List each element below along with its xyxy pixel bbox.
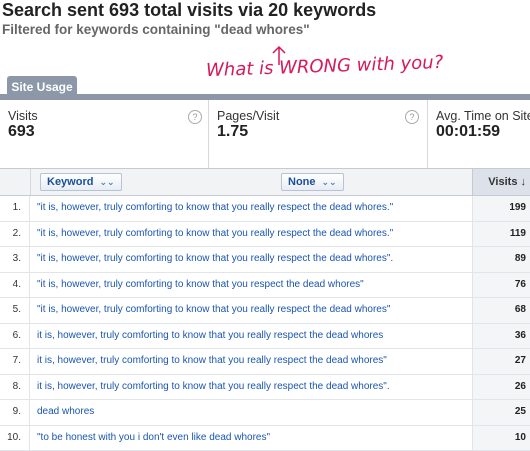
help-icon[interactable]: ? xyxy=(188,110,202,124)
report-title: Search sent 693 total visits via 20 keyw… xyxy=(2,0,376,21)
dropdown-label: Keyword xyxy=(47,176,93,188)
metric-value: 00:01:59 xyxy=(436,123,500,141)
arrow-down-icon: ↓ xyxy=(521,176,527,188)
table-row: 3. "it is, however, truly comforting to k… xyxy=(0,247,530,273)
metric-value: 693 xyxy=(8,123,35,141)
row-index: 3. xyxy=(0,247,30,272)
table-row: 6. it is, however, truly comforting to kn… xyxy=(0,324,530,350)
table-row: 5. "it is, however, truly comforting to k… xyxy=(0,298,530,324)
keyword-link[interactable]: "it is, however, truly comforting to kno… xyxy=(37,273,364,297)
row-index: 2. xyxy=(0,222,30,247)
table-row: 9. dead whores 25 xyxy=(0,400,530,426)
metric-label: Pages/Visit xyxy=(217,109,279,123)
keywords-table: Keyword ⌄⌄ None ⌄⌄ Visits ↓ 1. "it is, howe… xyxy=(0,168,530,451)
visits-cell: 68 xyxy=(472,298,530,323)
metric-value: 1.75 xyxy=(217,123,248,141)
row-index: 4. xyxy=(0,273,30,298)
keyword-link[interactable]: dead whores xyxy=(37,400,94,424)
table-header: Keyword ⌄⌄ None ⌄⌄ Visits ↓ xyxy=(0,169,530,196)
chevron-down-icon: ⌄⌄ xyxy=(322,177,337,187)
row-index: 10. xyxy=(0,426,30,451)
table-row: 2. "it is, however, truly comforting to k… xyxy=(0,222,530,248)
visits-cell: 89 xyxy=(472,247,530,272)
metric-label: Avg. Time on Site xyxy=(436,109,530,123)
visits-cell: 25 xyxy=(472,400,530,425)
keyword-dimension-dropdown[interactable]: Keyword ⌄⌄ xyxy=(40,173,122,191)
keyword-link[interactable]: "it is, however, truly comforting to kno… xyxy=(37,222,393,246)
metric-label: Visits xyxy=(8,109,38,123)
row-index: 5. xyxy=(0,298,30,323)
table-row: 8. it is, however, truly comforting to kn… xyxy=(0,375,530,401)
table-row: 10."to be honest with you i don't even l… xyxy=(0,426,530,451)
keyword-link[interactable]: it is, however, truly comforting to know… xyxy=(37,375,390,399)
chevron-down-icon: ⌄⌄ xyxy=(99,177,114,187)
secondary-dimension-dropdown[interactable]: None ⌄⌄ xyxy=(281,173,344,191)
row-index: 8. xyxy=(0,375,30,400)
visits-cell: 76 xyxy=(472,273,530,298)
dropdown-label: None xyxy=(288,176,316,188)
visits-column-header[interactable]: Visits ↓ xyxy=(472,169,530,195)
visits-cell: 36 xyxy=(472,324,530,349)
table-body: 1. "it is, however, truly comforting to k… xyxy=(0,196,530,451)
metric-avg-time-on-site: Avg. Time on Site 00:01:59 xyxy=(428,100,530,168)
row-index: 1. xyxy=(0,196,30,221)
keyword-link[interactable]: it is, however, truly comforting to know… xyxy=(37,324,383,348)
metrics-panel: Visits 693 ? Pages/Visit 1.75 ? Avg. Tim… xyxy=(0,100,530,169)
visits-header-label: Visits xyxy=(488,176,517,188)
keyword-link[interactable]: "it is, however, truly comforting to kno… xyxy=(37,247,393,271)
visits-cell: 26 xyxy=(472,375,530,400)
visits-cell: 119 xyxy=(472,222,530,247)
keyword-link[interactable]: "it is, however, truly comforting to kno… xyxy=(37,298,390,322)
table-row: 4. "it is, however, truly comforting to k… xyxy=(0,273,530,299)
row-index: 7. xyxy=(0,349,30,374)
metric-pages-per-visit: Pages/Visit 1.75 ? xyxy=(209,100,427,168)
row-index: 9. xyxy=(0,400,30,425)
visits-cell: 27 xyxy=(472,349,530,374)
handwritten-annotation: What is WRONG with you? xyxy=(206,52,444,81)
visits-cell: 10 xyxy=(472,426,530,451)
row-index: 6. xyxy=(0,324,30,349)
metric-visits: Visits 693 ? xyxy=(0,100,208,168)
report-subtitle: Filtered for keywords containing "dead w… xyxy=(2,22,310,37)
keyword-link[interactable]: "it is, however, truly comforting to kno… xyxy=(37,196,393,220)
keyword-link[interactable]: it is, however, truly comforting to know… xyxy=(37,349,387,373)
table-row: 1. "it is, however, truly comforting to k… xyxy=(0,196,530,222)
table-row: 7. it is, however, truly comforting to kn… xyxy=(0,349,530,375)
visits-cell: 199 xyxy=(472,196,530,221)
help-icon[interactable]: ? xyxy=(405,110,419,124)
